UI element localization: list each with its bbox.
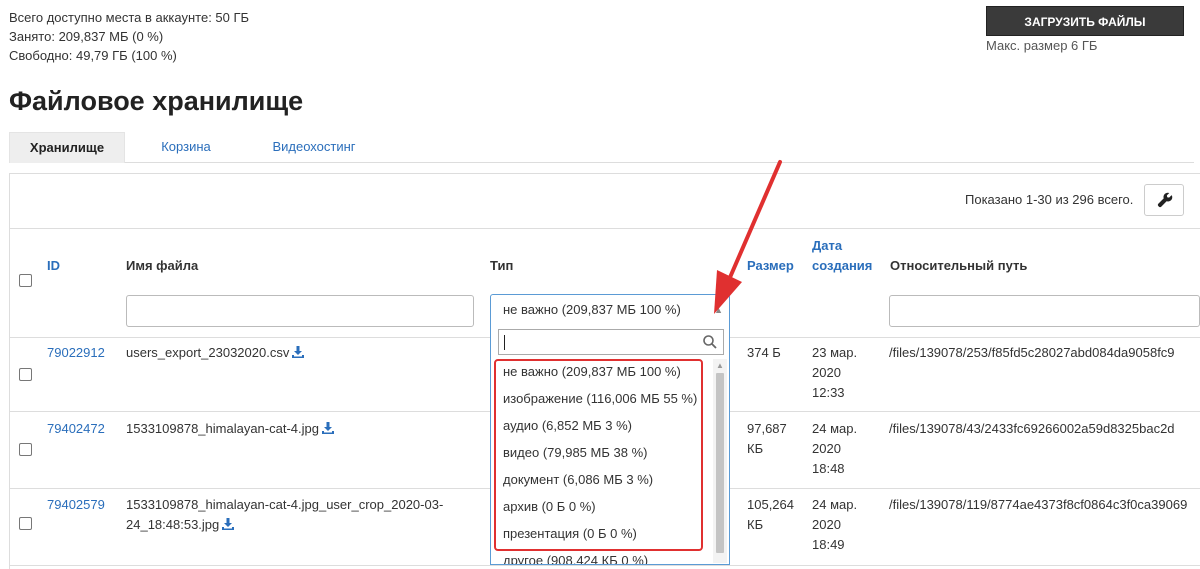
row-checkbox[interactable]	[19, 517, 32, 530]
type-option[interactable]: другое (908,424 КБ 0 %)	[503, 553, 648, 564]
file-size-line: 97,687	[747, 421, 787, 436]
file-date-line: 2020	[812, 441, 841, 456]
dropdown-scrollbar[interactable]: ▲	[713, 359, 727, 563]
file-size: 374 Б	[747, 345, 781, 360]
column-header-name: Имя файла	[126, 258, 199, 273]
quota-used: Занято: 209,837 МБ (0 %)	[9, 29, 164, 44]
column-header-path: Относительный путь	[890, 258, 1028, 273]
column-header-type: Тип	[490, 258, 514, 273]
filename-filter-input[interactable]	[126, 295, 474, 327]
file-date-line: 24 мар.	[812, 497, 858, 512]
file-id-link[interactable]: 79402472	[47, 419, 105, 439]
file-name-text: users_export_23032020.csv	[126, 345, 290, 360]
table-settings-button[interactable]	[1144, 184, 1184, 216]
file-date: 24 мар. 2020 18:49	[812, 495, 857, 555]
file-size-line: КБ	[747, 441, 764, 456]
results-summary: Показано 1-30 из 296 всего.	[965, 192, 1134, 207]
row-checkbox[interactable]	[19, 368, 32, 381]
type-filter-selected: не важно (209,837 МБ 100 %)	[503, 302, 681, 317]
divider	[10, 228, 1200, 229]
max-upload-size: Макс. размер 6 ГБ	[986, 38, 1098, 53]
file-size: 97,687 КБ	[747, 419, 787, 459]
file-size-line: КБ	[747, 517, 764, 532]
type-search-input[interactable]	[498, 329, 724, 355]
tab-bar: Хранилище Корзина Видеохостинг	[9, 132, 1194, 163]
column-header-date-line1: Дата	[812, 238, 843, 253]
column-header-id[interactable]: ID	[47, 256, 60, 276]
file-id-link[interactable]: 79402579	[47, 495, 105, 515]
download-icon[interactable]	[321, 422, 334, 434]
file-path: /files/139078/253/f85fd5c28027abd084da90…	[889, 345, 1175, 360]
file-id-link[interactable]: 79022912	[47, 343, 105, 363]
file-name: 1533109878_himalayan-cat-4.jpg_user_crop…	[126, 495, 443, 535]
file-date-line: 12:33	[812, 385, 845, 400]
quota-free: Свободно: 49,79 ГБ (100 %)	[9, 48, 177, 63]
column-header-date-line2: создания	[812, 258, 873, 273]
path-filter-input[interactable]	[889, 295, 1200, 327]
file-date: 24 мар. 2020 18:48	[812, 419, 857, 479]
text-caret	[504, 335, 505, 350]
annotation-arrow-icon	[714, 160, 782, 314]
file-date-line: 24 мар.	[812, 421, 858, 436]
row-checkbox[interactable]	[19, 443, 32, 456]
scroll-up-icon[interactable]: ▲	[716, 361, 724, 370]
tab-trash[interactable]: Корзина	[139, 132, 233, 163]
file-date-line: 18:49	[812, 537, 845, 552]
file-date-line: 23 мар.	[812, 345, 858, 360]
file-date: 23 мар. 2020 12:33	[812, 343, 857, 403]
divider	[10, 565, 1200, 566]
type-filter-select[interactable]: не важно (209,837 МБ 100 %) ▲	[490, 294, 730, 326]
scrollbar-thumb[interactable]	[716, 373, 724, 553]
wrench-icon	[1157, 192, 1173, 208]
tab-video-hosting[interactable]: Видеохостинг	[249, 132, 379, 163]
file-path: /files/139078/43/2433fc69266002a59d8325b…	[889, 421, 1175, 436]
download-icon[interactable]	[292, 346, 305, 358]
file-name-line2: 24_18:48:53.jpg	[126, 515, 443, 535]
column-header-date[interactable]: Дата создания	[812, 236, 872, 276]
file-date-line: 2020	[812, 365, 841, 380]
select-all-checkbox[interactable]	[19, 274, 32, 287]
download-icon[interactable]	[222, 518, 235, 530]
upload-files-button[interactable]: ЗАГРУЗИТЬ ФАЙЛЫ	[986, 6, 1184, 36]
quota-total: Всего доступно места в аккаунте: 50 ГБ	[9, 10, 250, 25]
page-title: Файловое хранилище	[9, 86, 304, 116]
tab-storage[interactable]: Хранилище	[9, 132, 125, 163]
highlight-box	[494, 359, 703, 551]
file-name-text: 1533109878_himalayan-cat-4.jpg_user_crop…	[126, 497, 444, 512]
file-date-line: 2020	[812, 517, 841, 532]
file-size: 105,264 КБ	[747, 495, 794, 535]
file-name-text: 24_18:48:53.jpg	[126, 517, 220, 532]
file-name: users_export_23032020.csv	[126, 343, 305, 363]
file-date-line: 18:48	[812, 461, 845, 476]
storage-quota: Всего доступно места в аккаунте: 50 ГБ З…	[9, 8, 249, 65]
search-icon	[703, 335, 717, 349]
file-size-line: 105,264	[747, 497, 794, 512]
file-path: /files/139078/119/8774ae4373f8cf0864c3f0…	[889, 497, 1188, 512]
file-name: 1533109878_himalayan-cat-4.jpg	[126, 419, 334, 439]
file-name-text: 1533109878_himalayan-cat-4.jpg	[126, 421, 319, 436]
